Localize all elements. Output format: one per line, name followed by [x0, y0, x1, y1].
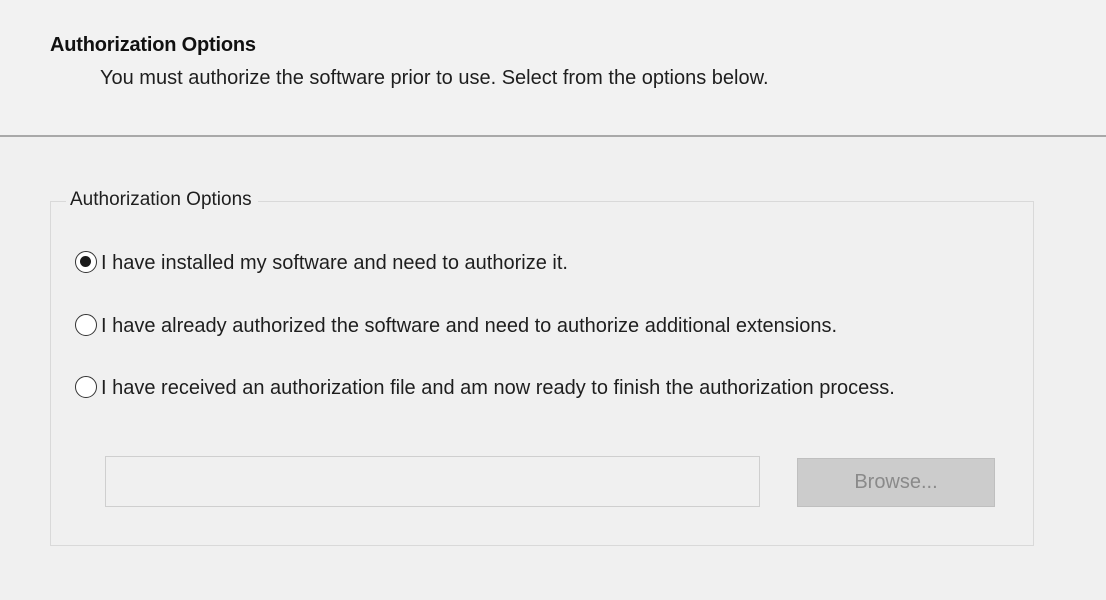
browse-button[interactable]: Browse...	[797, 458, 995, 507]
dialog-header: Authorization Options You must authorize…	[0, 0, 1106, 137]
header-title: Authorization Options	[50, 34, 256, 56]
option-label: I have installed my software and need to…	[101, 252, 568, 274]
authorization-dialog: Authorization Options You must authorize…	[0, 0, 1106, 600]
header-subtitle: You must authorize the software prior to…	[100, 67, 769, 89]
radio-button-checked-icon[interactable]	[75, 251, 97, 273]
radio-button-icon[interactable]	[75, 376, 97, 398]
option-label: I have received an authorization file an…	[101, 377, 895, 399]
option-authorize-extensions[interactable]: I have already authorized the software a…	[75, 313, 837, 339]
authorization-file-path-input[interactable]	[105, 456, 760, 507]
group-legend: Authorization Options	[66, 189, 258, 211]
option-authorize-software[interactable]: I have installed my software and need to…	[75, 250, 568, 276]
option-label: I have already authorized the software a…	[101, 315, 838, 337]
radio-button-icon[interactable]	[75, 314, 97, 336]
option-finish-authorization[interactable]: I have received an authorization file an…	[75, 375, 981, 401]
